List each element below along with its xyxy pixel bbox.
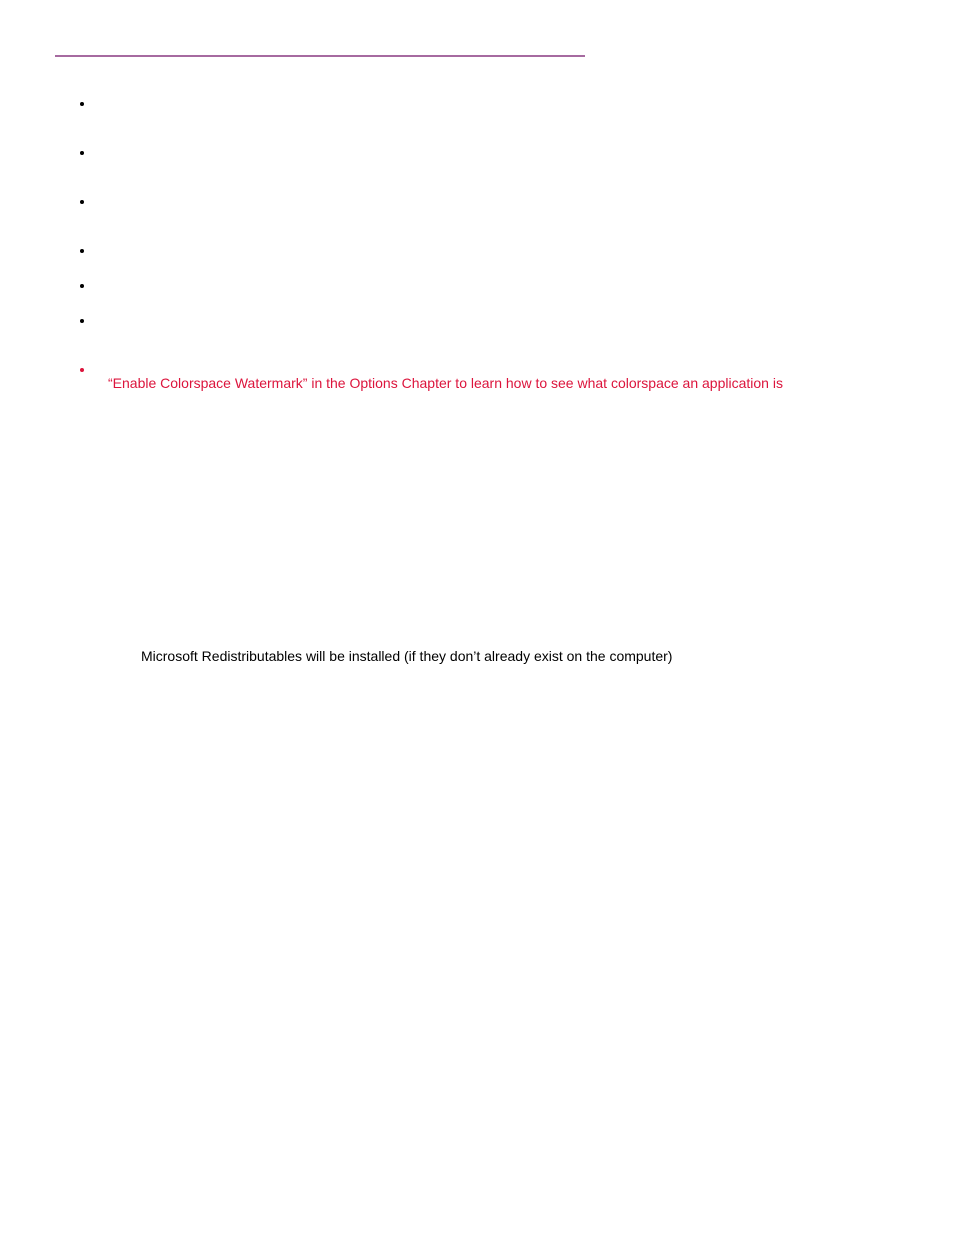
bullet-list	[55, 93, 899, 380]
list-item	[95, 275, 899, 296]
list-item	[95, 142, 899, 163]
list-item	[95, 191, 899, 212]
list-item	[95, 240, 899, 261]
list-item	[95, 93, 899, 114]
list-item	[95, 310, 899, 331]
section-rule	[55, 55, 585, 57]
redistributables-paragraph: Microsoft Redistributables will be insta…	[141, 646, 899, 667]
red-continuation-text: “Enable Colorspace Watermark” in the Opt…	[108, 372, 899, 396]
